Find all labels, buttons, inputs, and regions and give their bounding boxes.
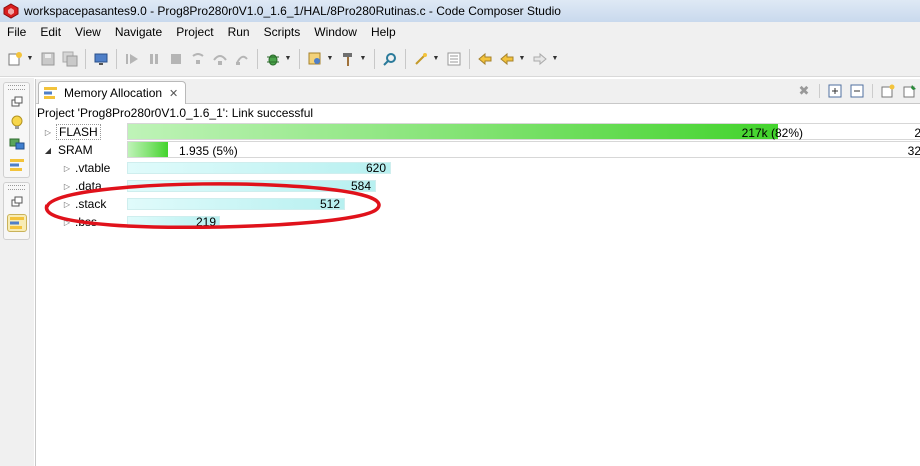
flash-label: FLASH: [56, 124, 101, 140]
build-target-icon[interactable]: [306, 50, 324, 68]
back-nav-icon[interactable]: [445, 50, 463, 68]
resume-icon[interactable]: [123, 50, 141, 68]
expand-icon[interactable]: ▷: [43, 123, 53, 141]
code-composer-logo-icon: [3, 3, 19, 19]
sram-child-row[interactable]: ▷ .vtable 620: [36, 159, 920, 177]
build-target-dropdown-icon[interactable]: ▼: [326, 50, 334, 68]
flash-bar-track: 217k (82%) 2: [127, 123, 920, 140]
menu-scripts[interactable]: Scripts: [257, 25, 308, 39]
terminate-icon[interactable]: [167, 50, 185, 68]
toolbar-separator: [469, 48, 470, 69]
collapse-all-icon[interactable]: [849, 83, 865, 99]
new-view-icon[interactable]: [880, 83, 896, 99]
last-edit-location-icon[interactable]: [476, 50, 494, 68]
search-icon[interactable]: [381, 50, 399, 68]
sram-label: SRAM: [58, 143, 93, 157]
menu-view[interactable]: View: [68, 25, 108, 39]
sram-bar-track: 1.935 (5%) 32: [127, 141, 920, 158]
new-icon[interactable]: [6, 50, 24, 68]
sram-total-label: 32: [907, 144, 920, 158]
sram-bar-fill: [128, 142, 168, 157]
collapse-icon[interactable]: ◢: [43, 141, 53, 159]
trim-stack-2: [3, 182, 30, 240]
toolbar-separator: [299, 48, 300, 69]
restore-icon[interactable]: [7, 193, 27, 211]
hammer-dropdown-icon[interactable]: ▼: [359, 50, 367, 68]
console-icon[interactable]: [7, 135, 27, 153]
tab-memory-allocation[interactable]: Memory Allocation ✕: [38, 81, 186, 104]
flash-usage-label: 217k (82%): [741, 126, 803, 140]
tab-label: Memory Allocation: [64, 86, 163, 100]
back-dropdown-icon[interactable]: ▼: [518, 50, 526, 68]
suspend-icon[interactable]: [145, 50, 163, 68]
close-icon[interactable]: ✕: [169, 87, 178, 100]
back-icon[interactable]: [498, 50, 516, 68]
memory-allocation-active-icon[interactable]: [6, 214, 27, 232]
debug-icon[interactable]: [92, 50, 110, 68]
menu-edit[interactable]: Edit: [33, 25, 68, 39]
wand-icon[interactable]: [412, 50, 430, 68]
flash-total-label: 2: [914, 126, 920, 140]
section-value: 620: [366, 161, 387, 175]
hammer-icon[interactable]: [339, 50, 357, 68]
menu-help[interactable]: Help: [364, 25, 403, 39]
save-icon[interactable]: [39, 50, 57, 68]
pin-view-icon[interactable]: [902, 83, 918, 99]
flash-row[interactable]: ▷ FLASH 217k (82%) 2: [36, 123, 920, 141]
view-actions: ✖: [793, 83, 920, 99]
expand-icon[interactable]: ▷: [62, 159, 72, 177]
menu-navigate[interactable]: Navigate: [108, 25, 169, 39]
view-tab-bar: Memory Allocation ✕ ✖: [36, 79, 920, 104]
section-label: .vtable: [75, 161, 111, 175]
menu-file[interactable]: File: [0, 25, 33, 39]
grip-icon[interactable]: [8, 85, 25, 90]
bug-icon[interactable]: [264, 50, 282, 68]
trim-stack-1: [3, 82, 30, 178]
toolbar-separator: [85, 48, 86, 69]
menu-bar: File Edit View Navigate Project Run Scri…: [0, 22, 920, 41]
section-bar: [127, 162, 391, 174]
memory-allocation-icon[interactable]: [7, 156, 27, 174]
grip-icon[interactable]: [8, 185, 25, 190]
step-over-icon[interactable]: [211, 50, 229, 68]
step-into-icon[interactable]: [189, 50, 207, 68]
memory-allocation-icon: [44, 87, 57, 99]
sram-row[interactable]: ◢ SRAM 1.935 (5%) 32: [36, 141, 920, 159]
wand-dropdown-icon[interactable]: ▼: [432, 50, 440, 68]
restore-icon[interactable]: [7, 93, 27, 111]
forward-icon[interactable]: [531, 50, 549, 68]
left-trim-area: [0, 78, 34, 466]
main-toolbar: ▼ ▼ ▼ ▼ ▼ ▼ ▼: [0, 41, 920, 77]
remove-icon[interactable]: ✖: [796, 83, 812, 99]
bug-dropdown-icon[interactable]: ▼: [284, 50, 292, 68]
step-return-icon[interactable]: [233, 50, 251, 68]
title-bar: workspacepasantes9.0 - Prog8Pro280r0V1.0…: [0, 0, 920, 22]
lightbulb-icon[interactable]: [7, 114, 27, 132]
menu-window[interactable]: Window: [307, 25, 364, 39]
toolbar-separator: [257, 48, 258, 69]
memory-allocation-view: Memory Allocation ✕ ✖ Project 'Prog8Pro2…: [35, 79, 920, 466]
menu-run[interactable]: Run: [221, 25, 257, 39]
toolbar-separator: [405, 48, 406, 69]
forward-dropdown-icon[interactable]: ▼: [551, 50, 559, 68]
status-line: Project 'Prog8Pro280r0V1.0_1.6_1': Link …: [37, 106, 314, 120]
expand-all-icon[interactable]: [827, 83, 843, 99]
menu-project[interactable]: Project: [169, 25, 220, 39]
save-all-icon[interactable]: [61, 50, 79, 68]
flash-bar-fill: [128, 124, 779, 139]
new-dropdown-icon[interactable]: ▼: [26, 50, 34, 68]
sram-usage-label: 1.935 (5%): [179, 144, 238, 158]
window-title: workspacepasantes9.0 - Prog8Pro280r0V1.0…: [24, 4, 561, 18]
toolbar-separator: [116, 48, 117, 69]
toolbar-separator: [374, 48, 375, 69]
annotation-ellipse: [44, 182, 381, 230]
